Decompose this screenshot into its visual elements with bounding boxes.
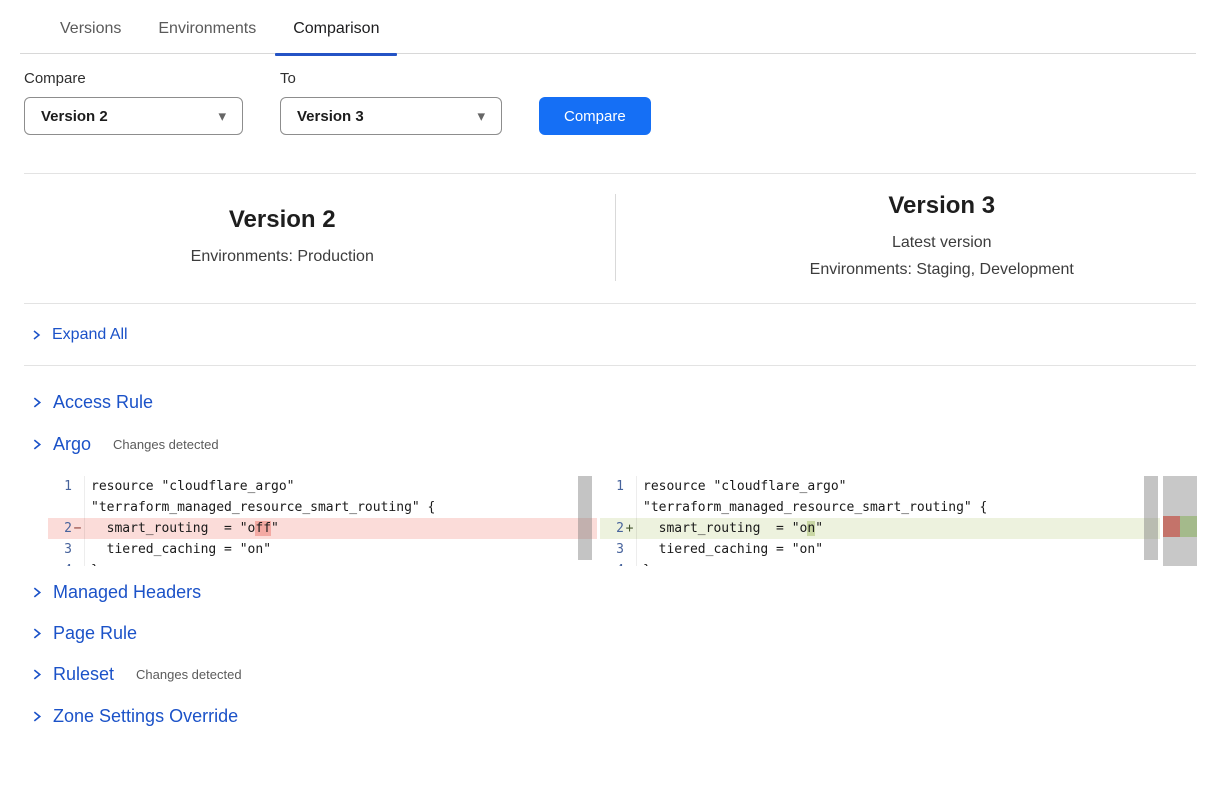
chevron-right-icon [30, 668, 43, 681]
chevron-right-icon [30, 627, 43, 640]
divider [24, 365, 1196, 366]
caret-down-icon: ▾ [218, 109, 226, 124]
argo-diff-editor: 1resource "cloudflare_argo" "terraform_m… [48, 476, 1224, 566]
section-label: Zone Settings Override [53, 706, 238, 727]
section-ruleset[interactable]: Ruleset Changes detected [0, 664, 1224, 685]
diff-pane-left: 1resource "cloudflare_argo" "terraform_m… [48, 476, 597, 566]
to-label: To [280, 70, 502, 87]
version-panel-left: Version 2 Environments: Production [0, 192, 615, 283]
tab-environments[interactable]: Environments [158, 20, 256, 38]
code-scrollbar[interactable] [578, 476, 592, 560]
section-managed-headers[interactable]: Managed Headers [0, 582, 1224, 603]
section-argo[interactable]: Argo Changes detected [0, 434, 1224, 455]
tab-label: Environments [158, 20, 256, 37]
code-scrollbar[interactable] [1144, 476, 1158, 560]
section-page-rule[interactable]: Page Rule [0, 623, 1224, 644]
diff-overview-ruler[interactable] [1163, 476, 1197, 566]
section-label: Access Rule [53, 392, 153, 413]
version-environments: Environments: Production [0, 243, 565, 270]
section-label: Managed Headers [53, 582, 201, 603]
caret-down-icon: ▾ [477, 109, 485, 124]
from-version-value: Version 2 [41, 108, 108, 125]
version-title: Version 2 [0, 206, 565, 234]
ruler-deletion-mark [1163, 516, 1180, 537]
section-label: Ruleset [53, 664, 114, 685]
ruler-addition-mark [1180, 516, 1197, 537]
version-comparison-header: Version 2 Environments: Production Versi… [0, 174, 1224, 303]
section-label: Argo [53, 434, 91, 455]
chevron-right-icon [30, 438, 43, 451]
version-panel-right: Version 3 Latest version Environments: S… [616, 192, 1224, 283]
active-tab-underline [275, 53, 397, 56]
tab-label: Comparison [293, 20, 379, 37]
tab-label: Versions [60, 20, 121, 37]
expand-all-label: Expand All [52, 326, 128, 344]
diff-line: 4} [48, 560, 597, 566]
compare-form: Compare Version 2 ▾ To Version 3 ▾ Compa… [24, 70, 1224, 135]
diff-line: 1resource "cloudflare_argo" "terraform_m… [48, 476, 597, 518]
changes-detected-badge: Changes detected [136, 667, 242, 682]
version-subtitle: Latest version [660, 229, 1224, 256]
version-environments: Environments: Staging, Development [660, 256, 1224, 283]
diff-line: 4} [600, 560, 1160, 566]
diff-line: 3 tiered_caching = "on" [600, 539, 1160, 560]
version-title: Version 3 [660, 192, 1224, 220]
expand-all-link[interactable]: Expand All [0, 304, 1224, 365]
chevron-right-icon [30, 329, 42, 341]
to-version-select[interactable]: Version 3 ▾ [280, 97, 502, 135]
diff-line: 3 tiered_caching = "on" [48, 539, 597, 560]
from-version-select[interactable]: Version 2 ▾ [24, 97, 243, 135]
tab-versions[interactable]: Versions [60, 20, 121, 38]
section-access-rule[interactable]: Access Rule [0, 392, 1224, 413]
chevron-right-icon [30, 586, 43, 599]
section-zone-settings-override[interactable]: Zone Settings Override [0, 706, 1224, 727]
tab-comparison[interactable]: Comparison [293, 20, 379, 38]
section-label: Page Rule [53, 623, 137, 644]
diff-line: 2− smart_routing = "off" [48, 518, 597, 539]
diff-line: 2+ smart_routing = "on" [600, 518, 1160, 539]
changes-detected-badge: Changes detected [113, 437, 219, 452]
compare-button[interactable]: Compare [539, 97, 651, 135]
chevron-right-icon [30, 396, 43, 409]
chevron-right-icon [30, 710, 43, 723]
to-version-value: Version 3 [297, 108, 364, 125]
compare-label: Compare [24, 70, 243, 87]
diff-pane-right: 1resource "cloudflare_argo" "terraform_m… [600, 476, 1160, 566]
tab-bar: Versions Environments Comparison [20, 0, 1196, 54]
diff-line: 1resource "cloudflare_argo" "terraform_m… [600, 476, 1160, 518]
